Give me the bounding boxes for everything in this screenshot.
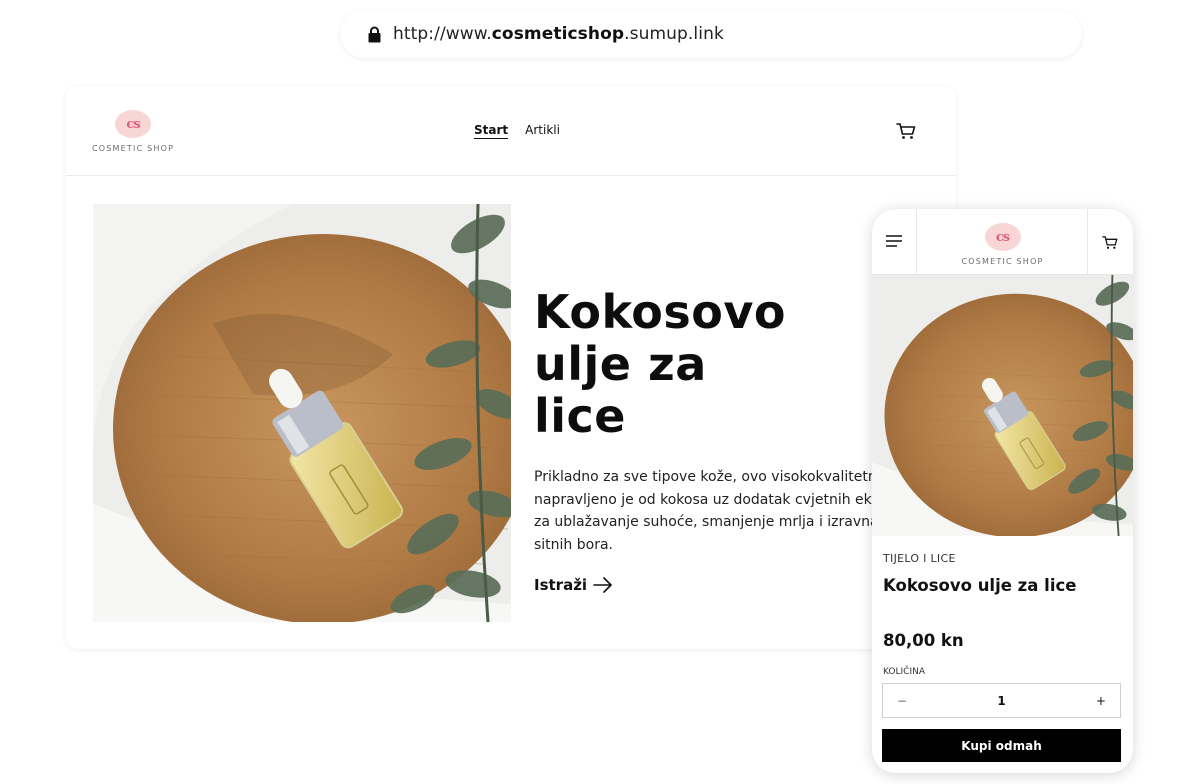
header-divider (1087, 209, 1088, 275)
address-bar[interactable]: http://www.cosmeticshop.sumup.link (340, 10, 1082, 58)
quantity-stepper: − 1 + (882, 683, 1121, 718)
mobile-page: cs COSMETIC SHOP TIJELO I LICE Kokosovo … (872, 209, 1133, 773)
product-price: 80,00 kn (883, 631, 964, 650)
explore-label: Istraži (534, 576, 588, 594)
hero-title-line-2: ulje za lice (534, 337, 707, 443)
arrow-right-icon (593, 577, 612, 593)
logo-brand-name: COSMETIC SHOP (92, 144, 175, 153)
buy-now-button[interactable]: Kupi odmah (882, 729, 1121, 762)
lock-icon (368, 26, 381, 42)
site-header: cs COSMETIC SHOP Start Artikli (66, 86, 956, 176)
hero-image (93, 204, 511, 622)
quantity-label: KOLIČINA (883, 667, 925, 677)
dropper-bottle-image (93, 204, 511, 622)
logo-mark: cs (984, 223, 1021, 251)
quantity-decrease-button[interactable]: − (897, 694, 907, 708)
mobile-logo[interactable]: cs COSMETIC SHOP (872, 223, 1133, 266)
shopping-cart-icon[interactable] (1102, 235, 1118, 250)
hero-title: Kokosovo ulje za lice (534, 286, 794, 442)
product-image (872, 275, 1133, 536)
logo-mark: cs (115, 110, 152, 138)
quantity-increase-button[interactable]: + (1096, 694, 1106, 708)
dropper-bottle-image (872, 275, 1133, 536)
nav-item-start[interactable]: Start (474, 123, 509, 139)
logo-brand-name: COSMETIC SHOP (961, 257, 1044, 266)
mobile-header: cs COSMETIC SHOP (872, 209, 1133, 275)
url-text: http://www.cosmeticshop.sumup.link (393, 24, 724, 44)
hero-title-line-1: Kokosovo (534, 285, 786, 339)
main-nav: Start Artikli (474, 123, 560, 139)
product-title: Kokosovo ulje za lice (883, 576, 1077, 595)
site-logo[interactable]: cs COSMETIC SHOP (92, 110, 174, 153)
quantity-value[interactable]: 1 (997, 694, 1005, 708)
nav-item-artikli[interactable]: Artikli (525, 123, 560, 139)
shopping-cart-icon[interactable] (896, 122, 916, 140)
product-category: TIJELO I LICE (883, 552, 956, 565)
desktop-page: cs COSMETIC SHOP Start Artikli Kokosovo … (66, 86, 956, 649)
